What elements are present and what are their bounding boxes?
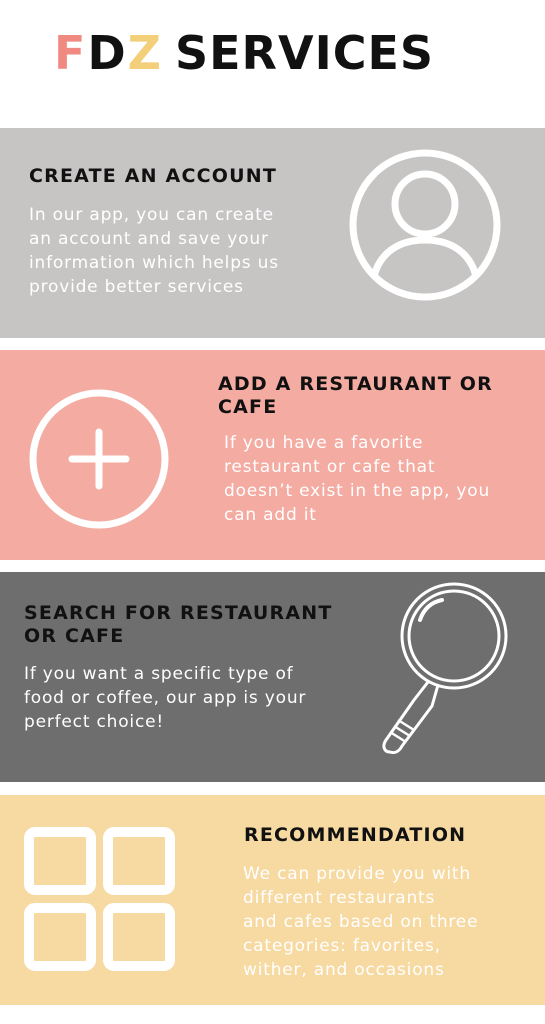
section-heading: SEARCH FOR RESTAURANT OR CAFE [24, 602, 333, 648]
page-title: SERVICES [175, 26, 435, 80]
description-line: perfect choice! [24, 712, 164, 732]
section-description: If you want a specific type of food or c… [24, 662, 306, 734]
description-line: doesn’t exist in the app, you [224, 481, 491, 501]
description-line: information which helps us [29, 253, 279, 273]
plus-circle-icon [28, 388, 170, 530]
section-heading: CREATE AN ACCOUNT [29, 165, 277, 187]
logo-letter-z: Z [127, 26, 163, 80]
heading-line: SEARCH FOR RESTAURANT [24, 602, 333, 624]
description-line: In our app, you can create [29, 205, 274, 225]
logo-letter-d: D [87, 26, 128, 80]
grid-icon [24, 827, 176, 973]
section-create-account: CREATE AN ACCOUNT In our app, you can cr… [0, 128, 545, 338]
section-heading: RECOMMENDATION [244, 824, 467, 846]
description-line: If you have a favorite [224, 433, 424, 453]
description-line: different restaurants [243, 888, 436, 908]
description-line: and cafes based on three [243, 912, 479, 932]
section-heading: ADD A RESTAURANT OR CAFE [218, 373, 493, 419]
section-description: We can provide you with different restau… [243, 862, 478, 982]
description-line: can add it [224, 505, 317, 525]
section-recommendation: RECOMMENDATION We can provide you with d… [0, 795, 545, 1005]
user-icon [346, 146, 504, 304]
magnifier-icon [372, 582, 522, 754]
header: FDZ SERVICES [0, 0, 545, 128]
section-description: If you have a favorite restaurant or caf… [224, 431, 490, 527]
logo-letter-f: F [54, 26, 88, 80]
section-add-restaurant: ADD A RESTAURANT OR CAFE If you have a f… [0, 350, 545, 560]
description-line: an account and save your [29, 229, 269, 249]
description-line: wither, and occasions [243, 960, 445, 980]
section-search-restaurant: SEARCH FOR RESTAURANT OR CAFE If you wan… [0, 572, 545, 782]
description-line: food or coffee, our app is your [24, 688, 307, 708]
section-description: In our app, you can create an account an… [29, 203, 279, 299]
description-line: If you want a specific type of [24, 664, 294, 684]
heading-line: CAFE [218, 396, 278, 418]
description-line: restaurant or cafe that [224, 457, 436, 477]
description-line: We can provide you with [243, 864, 471, 884]
description-line: provide better services [29, 277, 244, 297]
description-line: categories: favorites, [243, 936, 441, 956]
heading-line: OR CAFE [24, 625, 125, 647]
fdz-logo: FDZ [54, 26, 163, 80]
heading-line: ADD A RESTAURANT OR [218, 373, 493, 395]
